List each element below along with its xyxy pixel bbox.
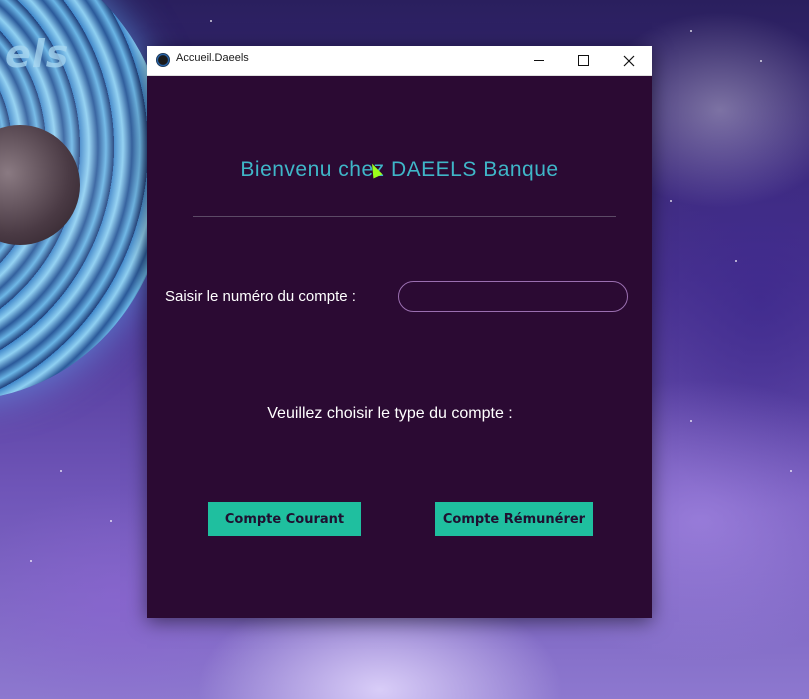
app-icon xyxy=(156,53,170,67)
close-icon xyxy=(623,55,634,66)
window-title: Accueil.Daeels xyxy=(176,52,249,64)
account-type-prompt: Veuillez choisir le type du compte : xyxy=(267,405,513,422)
star xyxy=(690,30,692,32)
close-button[interactable] xyxy=(606,46,651,75)
account-number-input[interactable] xyxy=(398,281,628,312)
star xyxy=(30,560,32,562)
star xyxy=(790,470,792,472)
app-window: Accueil.Daeels Bienvenu chez DAEELS Banq… xyxy=(147,46,652,618)
account-number-label: Saisir le numéro du compte : xyxy=(165,288,356,305)
star xyxy=(210,20,212,22)
star xyxy=(760,60,762,62)
minimize-button[interactable] xyxy=(516,46,561,75)
title-divider xyxy=(193,216,616,217)
star xyxy=(670,200,672,202)
star xyxy=(60,470,62,472)
maximize-icon xyxy=(578,55,589,66)
compte-remunerer-button[interactable]: Compte Rémunérer xyxy=(435,502,593,536)
minimize-icon xyxy=(533,60,544,61)
star xyxy=(735,260,737,262)
compte-courant-button[interactable]: Compte Courant xyxy=(208,502,361,536)
title-bar[interactable]: Accueil.Daeels xyxy=(147,46,652,76)
planet-graphic: els xyxy=(0,0,170,400)
window-content: Bienvenu chez DAEELS Banque Saisir le nu… xyxy=(147,76,652,618)
wallpaper-brand-text: els xyxy=(5,32,70,76)
page-title: Bienvenu chez DAEELS Banque xyxy=(240,158,559,181)
star xyxy=(110,520,112,522)
star xyxy=(690,420,692,422)
desktop-wallpaper: els Accueil.Daeels Bienvenu chez DAEELS … xyxy=(0,0,809,699)
moon-graphic xyxy=(0,125,80,245)
maximize-button[interactable] xyxy=(561,46,606,75)
